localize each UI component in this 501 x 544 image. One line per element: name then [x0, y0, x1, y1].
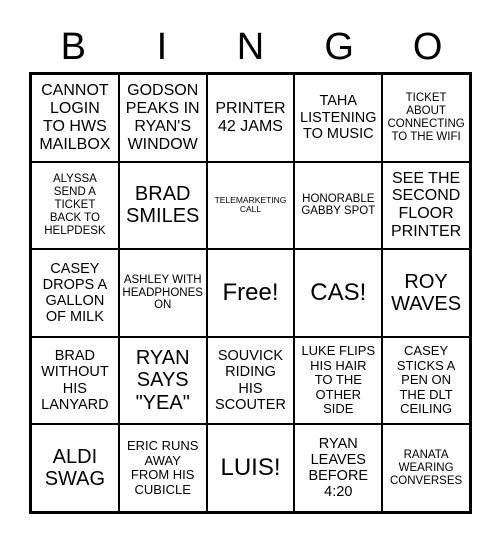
bingo-cell-i5[interactable]: ERIC RUNS AWAY FROM HIS CUBICLE: [118, 424, 207, 512]
bingo-cell-text: BRAD SMILES: [126, 183, 200, 228]
bingo-cell-text: HONORABLE GABBY SPOT: [301, 192, 376, 218]
bingo-cell-text: CANNOT LOGIN TO HWS MAILBOX: [39, 81, 111, 153]
bingo-cell-b3[interactable]: CASEY DROPS A GALLON OF MILK: [31, 249, 119, 337]
header-letter-o: O: [412, 26, 443, 68]
bingo-cell-text: TAHA LISTENING TO MUSIC: [300, 93, 377, 142]
bingo-cell-text: Free!: [222, 278, 279, 306]
header-letter-g: G: [324, 26, 354, 68]
bingo-cell-i4[interactable]: RYAN SAYS "YEA": [118, 336, 207, 425]
bingo-cell-text: ALYSSA SEND A TICKET BACK TO HELPDESK: [44, 173, 106, 237]
bingo-cell-n2[interactable]: TELEMARKETING CALL: [206, 161, 295, 250]
bingo-cell-text: GODSON PEAKS IN RYAN'S WINDOW: [125, 81, 200, 153]
bingo-cell-b2[interactable]: ALYSSA SEND A TICKET BACK TO HELPDESK: [31, 161, 119, 250]
bingo-cell-n5[interactable]: LUIS!: [206, 424, 295, 512]
bingo-cell-text: ALDI SWAG: [44, 445, 106, 491]
bingo-cell-o2[interactable]: SEE THE SECOND FLOOR PRINTER: [382, 161, 470, 250]
bingo-cell-text: ERIC RUNS AWAY FROM HIS CUBICLE: [126, 438, 199, 497]
bingo-cell-text: SEE THE SECOND FLOOR PRINTER: [390, 169, 462, 241]
bingo-cell-g5[interactable]: RYAN LEAVES BEFORE 4:20: [294, 424, 383, 512]
header-letter-b: B: [60, 26, 86, 68]
bingo-grid: CANNOT LOGIN TO HWS MAILBOX GODSON PEAKS …: [29, 72, 472, 514]
header-letter-n: N: [236, 26, 265, 68]
bingo-cell-text: TICKET ABOUT CONNECTING TO THE WIFI: [387, 92, 465, 143]
bingo-cell-text: RANATA WEARING CONVERSES: [389, 448, 463, 487]
bingo-cell-n1[interactable]: PRINTER 42 JAMS: [206, 74, 295, 162]
header-letter-i: I: [156, 26, 168, 68]
bingo-cell-o3[interactable]: ROY WAVES: [382, 249, 470, 337]
bingo-cell-g4[interactable]: LUKE FLIPS HIS HAIR TO THE OTHER SIDE: [294, 336, 383, 425]
bingo-cell-text: CAS!: [310, 278, 367, 306]
bingo-cell-g3[interactable]: CAS!: [294, 249, 383, 337]
bingo-cell-text: RYAN LEAVES BEFORE 4:20: [308, 435, 369, 501]
bingo-cell-b5[interactable]: ALDI SWAG: [31, 424, 119, 512]
bingo-cell-text: BRAD WITHOUT HIS LANYARD: [41, 348, 109, 413]
bingo-header: B I N G O: [29, 22, 472, 72]
bingo-cell-text: CASEY DROPS A GALLON OF MILK: [42, 260, 108, 326]
bingo-cell-text: PRINTER 42 JAMS: [215, 99, 286, 135]
bingo-cell-text: ROY WAVES: [391, 270, 462, 315]
bingo-cell-o1[interactable]: TICKET ABOUT CONNECTING TO THE WIFI: [382, 74, 470, 162]
bingo-cell-o4[interactable]: CASEY STICKS A PEN ON THE DLT CEILING: [382, 336, 470, 425]
bingo-cell-i1[interactable]: GODSON PEAKS IN RYAN'S WINDOW: [118, 74, 207, 162]
bingo-cell-text: ASHLEY WITH HEADPHONES ON: [122, 273, 203, 312]
bingo-cell-i3[interactable]: ASHLEY WITH HEADPHONES ON: [118, 249, 207, 337]
bingo-cell-b4[interactable]: BRAD WITHOUT HIS LANYARD: [31, 336, 119, 425]
bingo-cell-o5[interactable]: RANATA WEARING CONVERSES: [382, 424, 470, 512]
bingo-cell-i2[interactable]: BRAD SMILES: [118, 161, 207, 250]
bingo-cell-b1[interactable]: CANNOT LOGIN TO HWS MAILBOX: [31, 74, 119, 162]
bingo-cell-g1[interactable]: TAHA LISTENING TO MUSIC: [294, 74, 383, 162]
bingo-cell-g2[interactable]: HONORABLE GABBY SPOT: [294, 161, 383, 250]
bingo-cell-text: LUIS!: [220, 453, 281, 481]
bingo-cell-n3[interactable]: Free!: [206, 249, 295, 337]
bingo-cell-text: RYAN SAYS "YEA": [135, 347, 190, 414]
bingo-cell-n4[interactable]: SOUVICK RIDING HIS SCOUTER: [206, 336, 295, 425]
bingo-cell-text: CASEY STICKS A PEN ON THE DLT CEILING: [396, 343, 456, 417]
bingo-cell-text: LUKE FLIPS HIS HAIR TO THE OTHER SIDE: [301, 343, 376, 417]
bingo-cell-text: TELEMARKETING CALL: [214, 194, 287, 215]
bingo-cell-text: SOUVICK RIDING HIS SCOUTER: [215, 348, 286, 413]
